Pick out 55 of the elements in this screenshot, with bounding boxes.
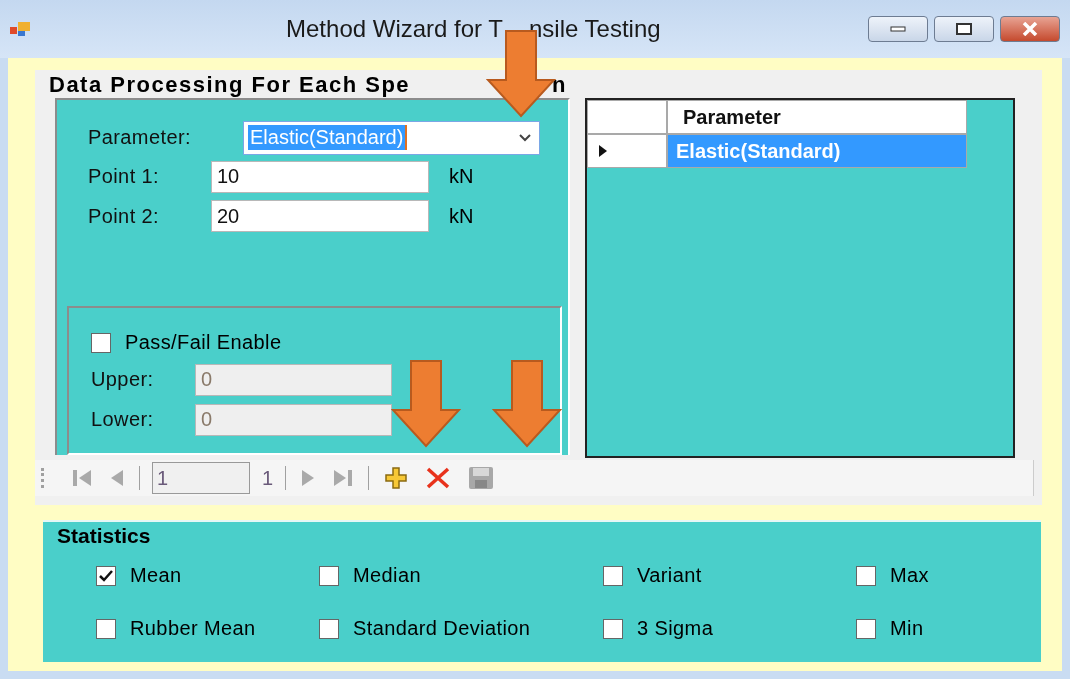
- position-field[interactable]: 1: [152, 462, 250, 494]
- window-title: Method Wizard for T: [285, 15, 503, 43]
- down-arrow-icon: [391, 360, 461, 448]
- down-arrow-icon: [492, 360, 562, 448]
- checkbox-label: Median: [353, 564, 421, 587]
- chevron-down-icon: [519, 133, 531, 142]
- checkbox[interactable]: [856, 618, 876, 639]
- checkbox-label: Min: [890, 617, 924, 640]
- checkbox[interactable]: [319, 618, 339, 639]
- input-field[interactable]: 20: [211, 200, 429, 232]
- group-title: Statistics: [56, 523, 151, 549]
- checkbox[interactable]: [96, 618, 116, 639]
- minimize-button[interactable]: [868, 16, 928, 42]
- field-label: Point 2:: [88, 204, 161, 228]
- field-label: Parameter:: [88, 126, 192, 150]
- field-label: Lower:: [91, 408, 155, 432]
- restore-button[interactable]: [934, 16, 994, 42]
- checkbox-label: Rubber Mean: [130, 617, 256, 640]
- checkbox-label: Variant: [637, 564, 702, 587]
- group-title: n: [552, 71, 567, 98]
- restore-icon: [956, 23, 972, 35]
- checkbox-label: Max: [890, 564, 929, 587]
- next-icon: [301, 469, 316, 487]
- field-label: Point 1:: [88, 165, 161, 189]
- first-icon: [72, 469, 92, 487]
- input-field[interactable]: 10: [211, 160, 429, 193]
- minimize-icon: [890, 26, 906, 32]
- field-label: Upper:: [91, 368, 155, 392]
- previous-icon: [110, 469, 124, 487]
- current-row-icon: [598, 144, 608, 158]
- checkbox[interactable]: [603, 565, 623, 586]
- group-title: Data Processing For Each Spe: [48, 71, 412, 98]
- app-icon: [10, 21, 32, 37]
- checkmark-icon: [99, 569, 113, 582]
- toolbar-grip[interactable]: [41, 468, 47, 488]
- close-icon: [426, 467, 451, 489]
- unit-label: kN: [449, 165, 474, 189]
- last-icon: [333, 469, 354, 487]
- unit-label: kN: [449, 204, 474, 228]
- column-header: Parameter: [667, 100, 967, 134]
- plus-icon: [384, 466, 409, 490]
- checkbox-label: Mean: [130, 564, 182, 587]
- checkbox[interactable]: [856, 565, 876, 586]
- checkbox[interactable]: [319, 565, 339, 586]
- parameter-dropdown[interactable]: Elastic(Standard): [243, 120, 540, 155]
- close-button[interactable]: [1000, 16, 1060, 42]
- checkbox-label: 3 Sigma: [637, 617, 714, 640]
- checkbox[interactable]: [603, 618, 623, 639]
- checkbox-label: Standard Deviation: [353, 617, 531, 640]
- checkbox[interactable]: [91, 332, 111, 353]
- checkbox-label: Pass/Fail Enable: [125, 331, 282, 355]
- checkbox[interactable]: [96, 565, 116, 586]
- record-count: 1: [262, 466, 274, 490]
- table-cell[interactable]: Elastic(Standard): [667, 134, 967, 168]
- close-icon: [1022, 22, 1038, 36]
